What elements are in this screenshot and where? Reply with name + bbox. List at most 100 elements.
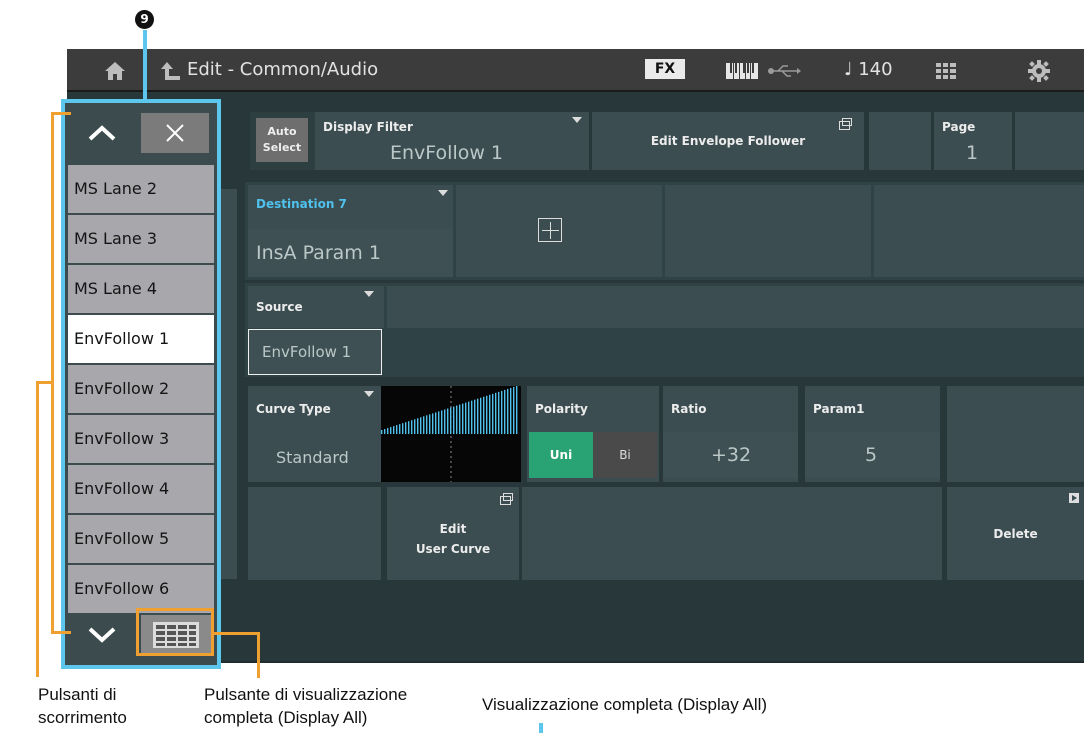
empty-bottom-bar: [522, 487, 942, 580]
display-all-caption-line-1: Pulsante di visualizzazione: [204, 685, 408, 704]
source-value-box[interactable]: EnvFollow 1: [248, 329, 382, 375]
list-item[interactable]: EnvFollow 6: [68, 565, 214, 613]
edit-envelope-follower-label: Edit Envelope Follower: [650, 134, 806, 148]
param1-value: 5: [865, 444, 878, 466]
display-all-caption: Pulsante di visualizzazione completa (Di…: [204, 683, 407, 729]
display-all-highlight: [136, 608, 214, 656]
curve-graph: [381, 386, 521, 482]
source-bar: [387, 286, 1084, 328]
curve-bar: [486, 395, 488, 434]
grid-icon[interactable]: [935, 59, 957, 83]
blank-cell: [869, 112, 931, 170]
gear-icon[interactable]: [1027, 59, 1051, 83]
edit-envelope-follower-button[interactable]: Edit Envelope Follower: [592, 112, 864, 170]
list-item[interactable]: EnvFollow 4: [68, 465, 214, 513]
bracket-leader: [36, 381, 39, 677]
list-item[interactable]: EnvFollow 3: [68, 415, 214, 463]
curve-bar: [465, 402, 467, 434]
curve-bar: [387, 428, 389, 434]
polarity-uni-button[interactable]: Uni: [529, 432, 593, 478]
usb-icon: [767, 59, 803, 83]
edit-user-curve-label-2: User Curve: [415, 542, 491, 556]
curve-bar: [507, 388, 509, 434]
list-item[interactable]: MS Lane 3: [68, 215, 214, 263]
display-filter-cell[interactable]: Display Filter EnvFollow 1: [315, 112, 589, 170]
param1-cell[interactable]: Param1 5: [805, 386, 940, 482]
curve-bar: [489, 394, 491, 434]
destination-cell[interactable]: Destination 7 InsA Param 1: [248, 185, 453, 277]
keyboard-icon: [725, 59, 759, 83]
source-cell[interactable]: Source EnvFollow 1: [248, 286, 384, 375]
curve-bar: [408, 421, 410, 434]
list-item[interactable]: MS Lane 2: [68, 165, 214, 213]
scroll-list-panel: MS Lane 2 MS Lane 3 MS Lane 4 EnvFollow 1 En…: [61, 99, 221, 669]
curve-bar: [444, 409, 446, 434]
callout-line: [143, 30, 147, 100]
curve-bar: [483, 396, 485, 434]
close-icon: [166, 124, 184, 142]
list-item[interactable]: EnvFollow 2: [68, 365, 214, 413]
curve-bar: [459, 404, 461, 434]
blank-cell-right: [1015, 112, 1084, 170]
curve-bar: [438, 411, 440, 434]
page-cell[interactable]: Page 1: [934, 112, 1012, 170]
auto-select-cell: Auto Select: [250, 112, 315, 170]
delete-button[interactable]: Delete: [947, 487, 1084, 580]
list-item[interactable]: MS Lane 4: [68, 265, 214, 313]
curve-type-cell[interactable]: Curve Type Standard: [248, 386, 381, 482]
auto-select-label-2: Select: [262, 141, 302, 154]
curve-bar: [477, 398, 479, 434]
param1-label: Param1: [813, 402, 865, 416]
play-icon: [1069, 493, 1079, 503]
curve-bar: [429, 414, 431, 434]
auto-select-button[interactable]: Auto Select: [256, 118, 308, 162]
scroll-up-button[interactable]: [71, 113, 133, 153]
ratio-cell[interactable]: Ratio +32: [663, 386, 798, 482]
scroll-down-button[interactable]: [71, 615, 133, 655]
empty-bottom-cell: [248, 487, 381, 580]
item-list: MS Lane 2 MS Lane 3 MS Lane 4 EnvFollow 1 En…: [68, 165, 214, 615]
curve-bar: [420, 417, 422, 434]
curve-type-label: Curve Type: [256, 402, 331, 416]
polarity-bi-button[interactable]: Bi: [593, 432, 657, 478]
ratio-label: Ratio: [671, 402, 707, 416]
curve-bar: [432, 413, 434, 434]
curve-bar: [426, 415, 428, 434]
display-all-leader: [257, 632, 260, 678]
scroll-caption-line-1: Pulsanti di: [38, 685, 117, 704]
bracket-bottom: [51, 631, 71, 634]
curve-bar: [405, 422, 407, 434]
home-icon[interactable]: [103, 59, 127, 83]
list-item[interactable]: EnvFollow 1: [68, 315, 214, 363]
curve-bar: [435, 412, 437, 434]
polarity-label: Polarity: [535, 402, 588, 416]
page-label: Page: [942, 120, 976, 134]
tempo-display[interactable]: ♩ 140: [844, 59, 893, 80]
dropdown-arrow-icon: [438, 190, 448, 196]
source-value: EnvFollow 1: [262, 343, 352, 361]
display-filter-label: Display Filter: [323, 120, 413, 134]
display-filter-value: EnvFollow 1: [390, 142, 504, 164]
curve-bar: [417, 418, 419, 434]
curve-bar: [501, 390, 503, 434]
edit-user-curve-button[interactable]: Edit User Curve: [387, 487, 519, 580]
chevron-up-icon: [88, 125, 116, 141]
curve-bar: [456, 405, 458, 434]
edit-user-curve-label-1: Edit: [439, 522, 467, 536]
polarity-cell: Polarity Uni Bi: [527, 386, 659, 482]
curve-bar: [513, 386, 515, 434]
plus-icon[interactable]: [538, 218, 562, 242]
bracket-vertical: [51, 112, 54, 634]
curve-bar: [423, 416, 425, 434]
add-destination-cell[interactable]: [456, 185, 662, 277]
caption-marker: [539, 723, 543, 733]
delete-label: Delete: [993, 527, 1038, 541]
close-button[interactable]: [141, 113, 209, 153]
back-arrow-icon[interactable]: [159, 59, 183, 83]
list-item[interactable]: EnvFollow 5: [68, 515, 214, 563]
curve-bar: [396, 425, 398, 434]
curve-bar: [471, 400, 473, 434]
curve-bar: [393, 426, 395, 434]
destination-value: InsA Param 1: [256, 242, 381, 264]
page-value: 1: [966, 142, 979, 164]
